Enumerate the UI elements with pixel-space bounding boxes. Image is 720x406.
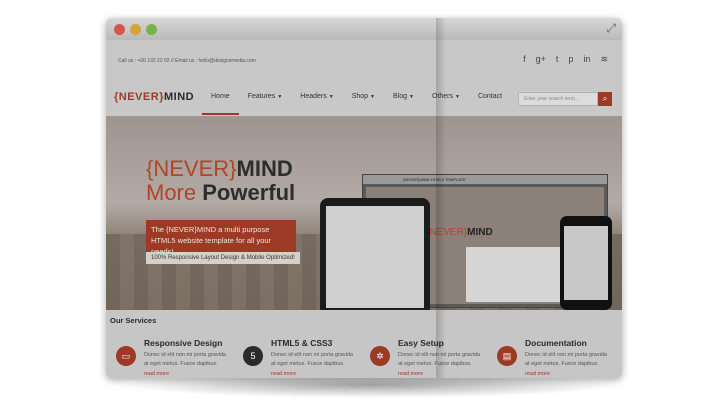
nav-label: Shop [351, 93, 369, 100]
service-title: Responsive Design [144, 338, 223, 348]
search-button[interactable]: ⌕ [598, 92, 612, 106]
expand-icon[interactable]: ⤢ [606, 21, 616, 36]
chevron-down-icon: ▼ [454, 94, 460, 100]
top-bar: Call us : +00 132 22 02 // Email us : he… [106, 40, 622, 83]
hero-slider: {NEVER}MIND More Powerful The {NEVER}MIN… [106, 116, 622, 310]
close-window-button[interactable] [114, 24, 125, 35]
main-navbar: {NEVER}MIND Home Features ▼ Headers ▼ Shop… [106, 82, 622, 117]
search-input[interactable]: Enter your search term... [518, 92, 598, 106]
gears-icon: ✲ [370, 346, 390, 366]
monitor-titlebar: {NEVER}MIND HTML5 TEMPLATE [363, 175, 607, 184]
monitor-icon: ▭ [116, 346, 136, 366]
service-documentation: ▤ Documentation Donec id elit non mi por… [489, 338, 609, 378]
hero-note: 100% Responsive Layout Design & Mobile O… [146, 252, 300, 264]
linkedin-icon[interactable]: in [583, 53, 590, 65]
social-links: f g+ t p in ≋ [523, 53, 608, 65]
hero-subtitle: More Powerful [146, 180, 295, 206]
monitor-title-mind: MIND [467, 227, 493, 238]
browser-window: ⤢ Call us : +00 132 22 02 // Email us : … [106, 18, 622, 378]
hero-title-powerful: Powerful [202, 180, 296, 205]
read-more-link[interactable]: read more [271, 371, 296, 377]
pinterest-icon[interactable]: p [568, 53, 573, 65]
nav-item-contact[interactable]: Contact [469, 82, 511, 115]
logo-word-never: NEVER [118, 91, 160, 103]
nav-label: Home [211, 93, 230, 100]
folder-icon: ▤ [497, 346, 517, 366]
site-logo[interactable]: {NEVER}MIND [114, 91, 194, 103]
read-more-link[interactable]: read more [525, 371, 550, 377]
page-fold-shadow [436, 18, 446, 378]
service-description: Donec id elit non mi porta gravida at eg… [271, 352, 353, 367]
hero-title-mind: MIND [236, 156, 293, 181]
chevron-down-icon: ▼ [370, 94, 375, 100]
services-section: Our Services ▭ Responsive Design Donec i… [106, 310, 622, 378]
tablet-mockup [320, 198, 430, 310]
service-title: HTML5 & CSS3 [271, 338, 333, 348]
zoom-window-button[interactable] [146, 24, 157, 35]
nav-label: Contact [477, 93, 503, 100]
phone-screen [564, 226, 608, 300]
services-title: Our Services [110, 316, 157, 325]
nav-item-features[interactable]: Features ▼ [239, 82, 292, 115]
window-titlebar: ⤢ [106, 18, 622, 41]
hero-title-never: {NEVER} [146, 156, 237, 181]
phone-mockup [560, 216, 612, 310]
minimize-window-button[interactable] [130, 24, 141, 35]
contact-info: Call us : +00 132 22 02 // Email us : he… [118, 58, 256, 64]
read-more-link[interactable]: read more [144, 371, 169, 377]
logo-word-mind: MIND [163, 91, 195, 103]
search-icon: ⌕ [602, 94, 608, 103]
nav-label: Headers [300, 93, 327, 100]
read-more-link[interactable]: read more [398, 371, 423, 377]
tablet-screen [326, 206, 424, 308]
html5-icon: 5 [243, 346, 263, 366]
service-description: Donec id elit non mi porta gravida at eg… [144, 352, 226, 367]
google-plus-icon[interactable]: g+ [536, 53, 546, 65]
hero-title-more: More [146, 180, 197, 205]
nav-label: Blog [393, 93, 408, 100]
chevron-down-icon: ▼ [277, 94, 283, 100]
monitor-title-never: {NEVER} [426, 227, 468, 238]
facebook-icon[interactable]: f [523, 53, 526, 65]
service-responsive-design: ▭ Responsive Design Donec id elit non mi… [108, 338, 228, 378]
chevron-down-icon: ▼ [328, 94, 334, 100]
nav-item-headers[interactable]: Headers ▼ [291, 82, 342, 115]
nav-menu: Home Features▼ Headers▼ Shop▼ Blog▼ Othe… [202, 82, 511, 115]
twitter-icon[interactable]: t [556, 53, 559, 65]
service-easy-setup: ✲ Easy Setup Donec id elit non mi porta … [362, 338, 482, 378]
rss-icon[interactable]: ≋ [600, 53, 608, 65]
hero-title: {NEVER}MIND [146, 156, 293, 182]
nav-item-blog[interactable]: Blog ▼ [384, 82, 423, 115]
service-description: Donec id elit non mi porta gravida at eg… [525, 352, 607, 367]
nav-label: Features [247, 93, 276, 100]
nav-item-home[interactable]: Home [202, 82, 239, 115]
nav-item-shop[interactable]: Shop ▼ [343, 82, 384, 115]
service-title: Documentation [525, 338, 587, 348]
chevron-down-icon: ▼ [409, 94, 414, 100]
service-html5-css3: 5 HTML5 & CSS3 Donec id elit non mi port… [235, 338, 355, 378]
